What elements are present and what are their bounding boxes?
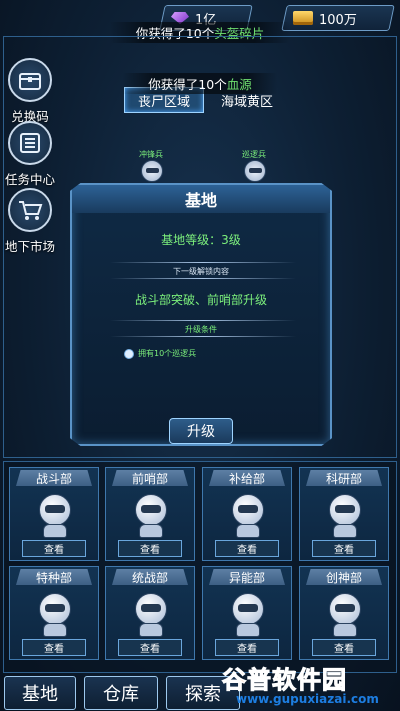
dept-card-special[interactable]: 特种部 查看 — [9, 566, 99, 660]
view-button[interactable]: 查看 — [22, 540, 86, 557]
divider — [110, 278, 296, 279]
divider — [110, 320, 296, 321]
nav-base-button[interactable]: 基地 — [4, 676, 76, 710]
dept-card-creation[interactable]: 创神部 查看 — [299, 566, 389, 660]
robot-body — [139, 623, 163, 637]
gold-amount: 100万 — [319, 12, 357, 28]
dept-name: 前哨部 — [112, 470, 188, 486]
soldier-label: 巡逻兵 — [242, 150, 266, 159]
underground-market-button[interactable]: 地下市场 — [5, 188, 55, 255]
view-button[interactable]: 查看 — [312, 639, 376, 656]
gold-icon — [293, 11, 313, 25]
toast-text: 你获得了10个 — [148, 77, 227, 92]
robot-avatar — [135, 494, 167, 526]
view-button[interactable]: 查看 — [312, 540, 376, 557]
nav-warehouse-button[interactable]: 仓库 — [84, 676, 158, 710]
dept-card-research[interactable]: 科研部 查看 — [299, 467, 389, 561]
divider — [110, 336, 296, 337]
dept-card-combat[interactable]: 战斗部 查看 — [9, 467, 99, 561]
dept-card-outpost[interactable]: 前哨部 查看 — [105, 467, 195, 561]
robot-avatar — [39, 593, 71, 625]
reward-toast-2: 你获得了10个血源 — [122, 73, 278, 94]
unlock-content: 战斗部突破、前哨部升级 — [134, 293, 267, 307]
robot-avatar — [329, 593, 361, 625]
robot-body — [43, 623, 67, 637]
view-button[interactable]: 查看 — [118, 540, 182, 557]
dept-name: 战斗部 — [16, 470, 92, 486]
side-label: 任务中心 — [5, 172, 56, 187]
watermark-url: www.gupuxiazai.com — [236, 692, 379, 706]
side-label: 地下市场 — [5, 239, 56, 254]
view-button[interactable]: 查看 — [118, 639, 182, 656]
panel-title: 基地 — [72, 185, 330, 213]
cart-icon — [8, 188, 52, 232]
robot-avatar — [232, 494, 264, 526]
charge-soldier-icon[interactable] — [141, 160, 163, 182]
robot-body — [139, 524, 163, 538]
unlock-header: 下一级解锁内容 — [173, 267, 229, 276]
dept-card-psionic[interactable]: 异能部 查看 — [202, 566, 292, 660]
upgrade-button[interactable]: 升级 — [169, 418, 233, 444]
robot-avatar — [135, 593, 167, 625]
dept-name: 特种部 — [16, 569, 92, 585]
gold-counter[interactable]: 100万 — [281, 5, 395, 31]
dept-name: 异能部 — [209, 569, 285, 585]
task-center-button[interactable]: 任务中心 — [5, 121, 55, 188]
dept-name: 统战部 — [112, 569, 188, 585]
watermark-logo: 谷普软件园 www.gupuxiazai.com — [222, 660, 400, 710]
dept-name: 科研部 — [306, 470, 382, 486]
list-icon — [8, 121, 52, 165]
condition-header: 升级条件 — [185, 325, 217, 334]
robot-avatar — [329, 494, 361, 526]
redeem-code-button[interactable]: 兑换码 — [5, 58, 55, 125]
chest-icon — [8, 58, 52, 102]
view-button[interactable]: 查看 — [215, 639, 279, 656]
patrol-soldier-icon[interactable] — [244, 160, 266, 182]
robot-body — [333, 623, 357, 637]
robot-avatar — [39, 494, 71, 526]
dept-name: 创神部 — [306, 569, 382, 585]
dept-card-united-front[interactable]: 统战部 查看 — [105, 566, 195, 660]
condition-text: 拥有10个巡逻兵 — [138, 349, 197, 358]
robot-body — [333, 524, 357, 538]
watermark-text: 谷普软件园 — [222, 666, 347, 695]
robot-body — [236, 524, 260, 538]
dept-card-supply[interactable]: 补给部 查看 — [202, 467, 292, 561]
view-button[interactable]: 查看 — [22, 639, 86, 656]
robot-avatar — [232, 593, 264, 625]
robot-body — [43, 524, 67, 538]
base-level: 基地等级：3级 — [161, 233, 241, 247]
base-panel: 基地 基地等级：3级 下一级解锁内容 战斗部突破、前哨部升级 升级条件 拥有10… — [70, 183, 332, 446]
dept-name: 补给部 — [209, 470, 285, 486]
condition-radio — [124, 349, 134, 359]
toast-item: 血源 — [226, 77, 252, 92]
soldier-label: 冲锋兵 — [139, 150, 163, 159]
view-button[interactable]: 查看 — [215, 540, 279, 557]
robot-body — [236, 623, 260, 637]
divider — [110, 262, 296, 263]
